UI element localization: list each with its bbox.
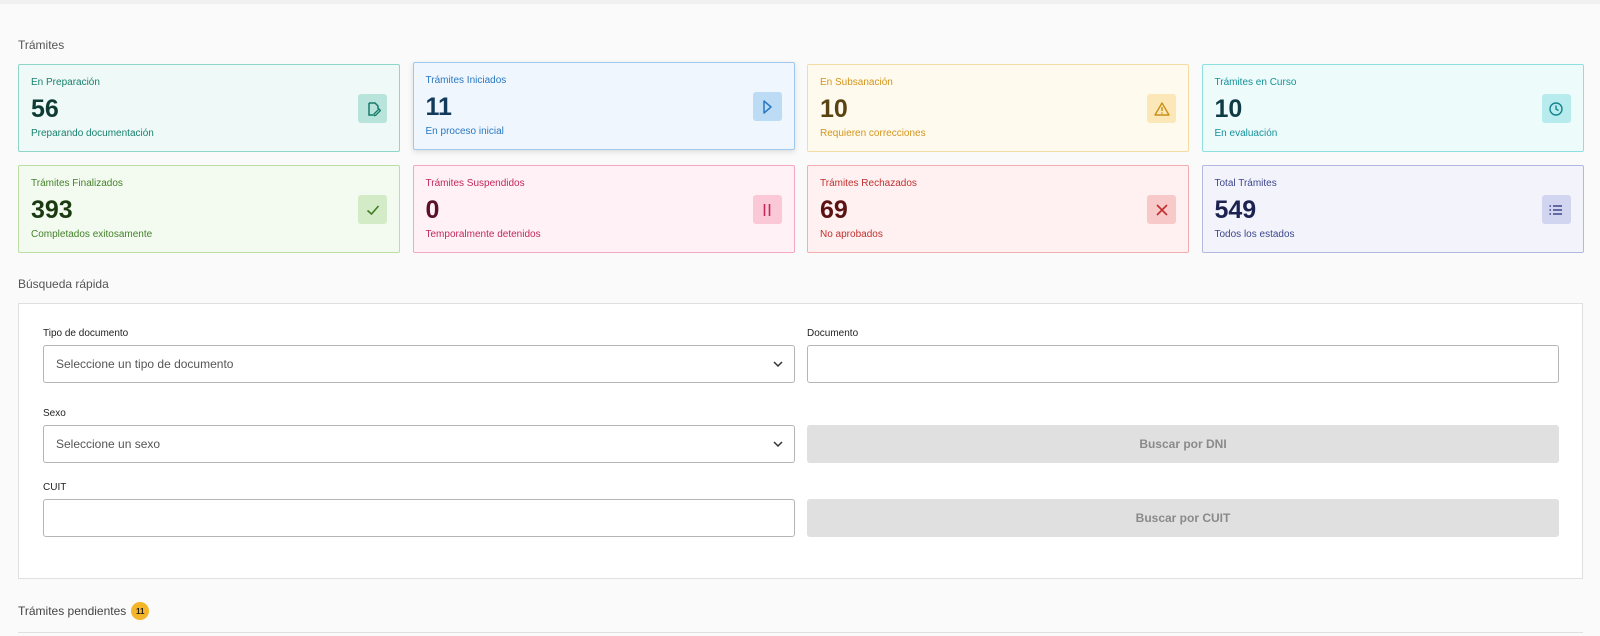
card-subtitle: En proceso inicial (425, 126, 504, 137)
pending-panel-top-border (18, 632, 1583, 633)
play-icon (752, 92, 782, 121)
card-value: 56 (31, 95, 59, 123)
close-icon (1147, 195, 1176, 224)
pending-section-header: Trámites pendientes 11 (18, 602, 150, 620)
section-title-busqueda: Búsqueda rápida (18, 277, 109, 291)
card-value: 0 (425, 196, 440, 224)
cuit-label: CUIT (43, 482, 67, 493)
card-subtitle: Completados exitosamente (31, 229, 153, 240)
buscar-cuit-button[interactable]: Buscar por CUIT (807, 499, 1559, 537)
pending-count-badge: 11 (131, 602, 150, 620)
card-value: 10 (820, 95, 848, 123)
top-bar (0, 0, 1600, 4)
buscar-dni-button[interactable]: Buscar por DNI (807, 425, 1559, 463)
card-title: Trámites Finalizados (31, 178, 123, 189)
sexo-select[interactable]: Seleccione un sexo (43, 425, 795, 463)
card-title: Trámites en Curso (1214, 77, 1297, 88)
status-card-5[interactable]: Trámites Finalizados 393 Completados exito… (18, 165, 400, 253)
chevron-down-icon (773, 441, 783, 448)
chevron-down-icon (773, 361, 783, 368)
card-title: Trámites Iniciados (425, 75, 507, 86)
card-title: Total Trámites (1214, 178, 1277, 189)
tipo-documento-label: Tipo de documento (43, 328, 129, 339)
card-title: Trámites Suspendidos (425, 178, 525, 189)
edit-document-icon (358, 94, 387, 123)
card-value: 549 (1214, 196, 1257, 224)
card-value: 11 (425, 93, 452, 121)
section-title-tramites: Trámites (18, 38, 65, 52)
card-subtitle: Requieren correcciones (820, 128, 926, 139)
sexo-placeholder: Seleccione un sexo (56, 437, 161, 451)
pause-icon (752, 195, 782, 224)
card-subtitle: No aprobados (820, 229, 883, 240)
card-subtitle: Preparando documentación (31, 128, 154, 139)
sexo-label: Sexo (43, 408, 66, 419)
status-card-7[interactable]: Trámites Rechazados 69 No aprobados (807, 165, 1189, 253)
list-icon (1541, 195, 1571, 224)
status-card-6[interactable]: Trámites Suspendidos 0 Temporalmente deten… (412, 165, 795, 253)
tipo-documento-placeholder: Seleccione un tipo de documento (56, 357, 234, 371)
status-card-3[interactable]: En Subsanación 10 Requieren correcciones (807, 64, 1189, 152)
tipo-documento-select[interactable]: Seleccione un tipo de documento (43, 345, 795, 383)
card-value: 69 (820, 196, 848, 224)
quick-search-panel: Tipo de documento Seleccione un tipo de … (18, 303, 1583, 579)
status-card-2[interactable]: Trámites Iniciados 11 En proceso inicial (412, 62, 795, 150)
status-card-1[interactable]: En Preparación 56 Preparando documentación (18, 64, 400, 152)
card-value: 10 (1214, 95, 1243, 123)
card-subtitle: Temporalmente detenidos (425, 229, 541, 240)
card-title: En Preparación (31, 77, 100, 88)
pending-title: Trámites pendientes (18, 604, 127, 618)
clock-icon (1541, 94, 1571, 123)
cuit-input[interactable] (43, 499, 795, 537)
status-card-4[interactable]: Trámites en Curso 10 En evaluación (1201, 64, 1584, 152)
check-icon (358, 195, 387, 224)
card-title: En Subsanación (820, 77, 893, 88)
documento-input[interactable] (807, 345, 1559, 383)
card-value: 393 (31, 196, 73, 224)
status-card-8[interactable]: Total Trámites 549 Todos los estados (1201, 165, 1584, 253)
card-subtitle: En evaluación (1214, 128, 1278, 139)
warning-icon (1147, 94, 1176, 123)
card-subtitle: Todos los estados (1214, 229, 1295, 240)
documento-label: Documento (807, 328, 859, 339)
card-title: Trámites Rechazados (820, 178, 917, 189)
